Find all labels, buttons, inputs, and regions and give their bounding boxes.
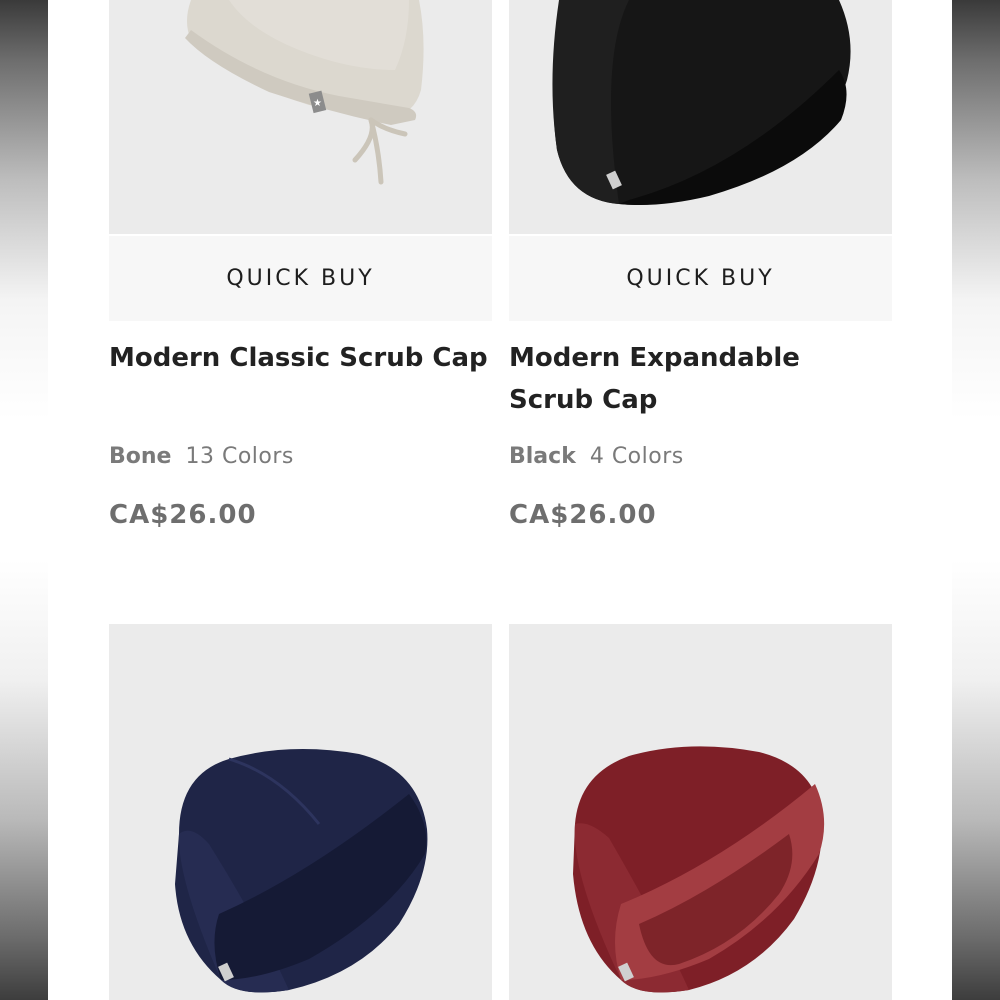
svg-text:★: ★ [313,98,322,109]
product-card-burgundy-scrub-cap[interactable] [509,624,892,1000]
product-title[interactable]: Modern Expandable Scrub Cap [509,337,892,421]
product-card-modern-classic-scrub-cap[interactable]: ★ QUICK BUY Modern Classic Scrub Cap Bon… [109,0,492,560]
quick-buy-button[interactable]: QUICK BUY [109,236,492,321]
color-name: Bone [109,444,172,469]
product-price: CA$26.00 [109,500,257,530]
product-card-navy-scrub-cap[interactable] [109,624,492,1000]
product-image[interactable] [109,624,492,1000]
scrub-cap-bone-icon: ★ [185,0,424,185]
scrub-cap-navy-icon [175,749,428,993]
product-image[interactable] [509,624,892,1000]
color-name: Black [509,444,576,469]
left-border [0,0,48,1000]
product-title[interactable]: Modern Classic Scrub Cap [109,337,492,379]
product-price: CA$26.00 [509,500,657,530]
product-card-modern-expandable-scrub-cap[interactable]: QUICK BUY Modern Expandable Scrub Cap Bl… [509,0,892,560]
color-count[interactable]: 13 Colors [185,444,293,469]
product-color-info: Black 4 Colors [509,444,892,469]
product-grid: ★ QUICK BUY Modern Classic Scrub Cap Bon… [48,0,952,1000]
color-count[interactable]: 4 Colors [590,444,684,469]
product-image[interactable] [509,0,892,234]
scrub-cap-burgundy-icon [573,746,825,993]
scrub-cap-black-icon [552,0,851,205]
product-image[interactable]: ★ [109,0,492,234]
quick-buy-button[interactable]: QUICK BUY [509,236,892,321]
product-color-info: Bone 13 Colors [109,444,492,469]
right-border [952,0,1000,1000]
